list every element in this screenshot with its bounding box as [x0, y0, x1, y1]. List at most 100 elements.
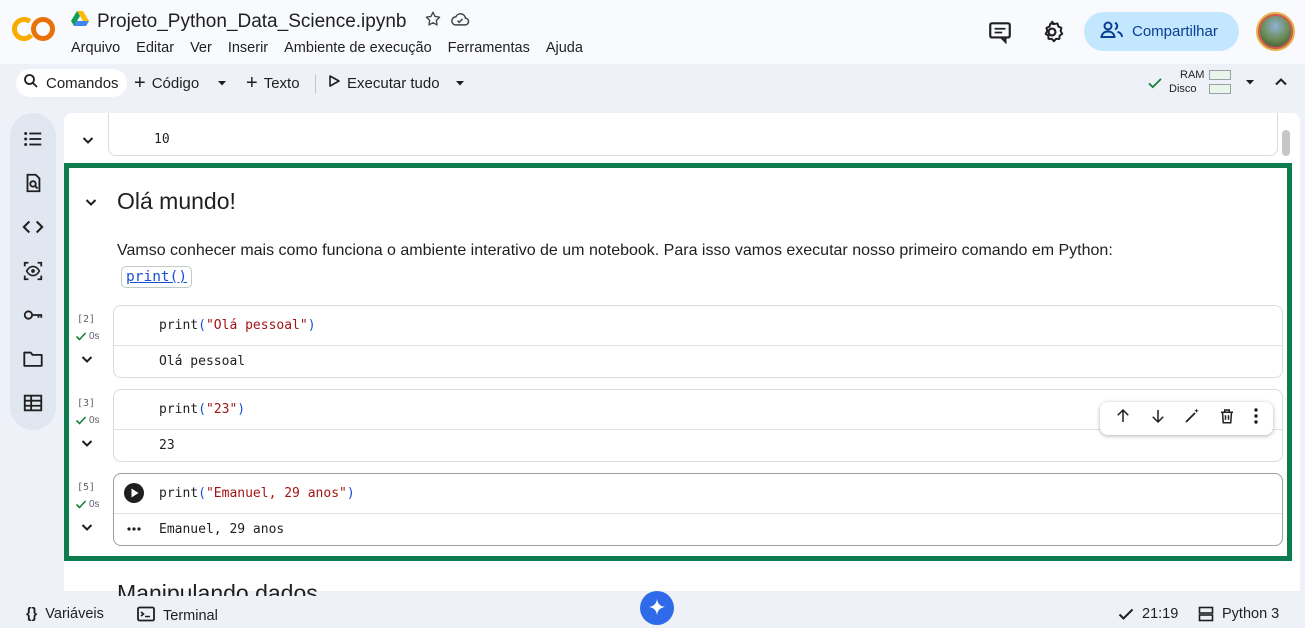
- execution-count: [2]: [77, 314, 96, 325]
- move-down-icon[interactable]: [1149, 407, 1167, 430]
- server-icon: [1198, 606, 1214, 622]
- run-cell-button[interactable]: [124, 483, 144, 503]
- add-code-button[interactable]: + Código: [134, 69, 199, 97]
- magic-edit-icon[interactable]: [1183, 407, 1201, 430]
- cell-divider: [114, 513, 1282, 514]
- code-editor[interactable]: print("Emanuel, 29 anos"): [159, 486, 355, 501]
- share-label: Compartilhar: [1132, 23, 1218, 40]
- cell-output: Olá pessoal: [159, 354, 246, 369]
- terminal-icon: [137, 606, 155, 626]
- star-icon[interactable]: [424, 10, 442, 33]
- cell-toolbar: [1100, 402, 1273, 435]
- chevron-down-icon[interactable]: [81, 133, 95, 152]
- cloud-saved-icon[interactable]: [450, 10, 470, 33]
- output-actions-icon[interactable]: [126, 521, 142, 539]
- output-text: 10: [154, 132, 170, 147]
- chevron-down-icon[interactable]: [84, 195, 98, 214]
- resource-labels[interactable]: RAM Disco: [1169, 68, 1205, 96]
- check-icon: [75, 500, 87, 509]
- cell-divider: [114, 345, 1282, 346]
- avatar[interactable]: [1256, 12, 1295, 51]
- chevron-down-icon[interactable]: [80, 520, 94, 539]
- notebook-toolbar: Comandos + Código + Texto Executar tudo …: [10, 64, 1300, 102]
- find-replace-icon[interactable]: [21, 171, 45, 195]
- execution-time-label: 0s: [89, 498, 100, 510]
- move-up-icon[interactable]: [1114, 407, 1132, 430]
- left-sidebar: [10, 113, 56, 430]
- key-icon[interactable]: [21, 303, 45, 327]
- code-cell[interactable]: print("Olá pessoal") Olá pessoal: [81, 305, 1283, 378]
- colab-logo[interactable]: [12, 14, 56, 44]
- status-bar: {} Variáveis Terminal 21:19 Python 3: [0, 591, 1305, 628]
- disk-label: Disco: [1169, 83, 1197, 95]
- code-label: Código: [151, 74, 200, 92]
- menu-ferramentas[interactable]: Ferramentas: [448, 40, 530, 56]
- menu-ajuda[interactable]: Ajuda: [546, 40, 583, 56]
- selected-section[interactable]: Olá mundo! Vamso conhecer mais como func…: [64, 163, 1292, 561]
- resources-dropdown-icon[interactable]: [1244, 75, 1256, 94]
- run-all-button[interactable]: Executar tudo: [327, 69, 440, 97]
- gemini-button[interactable]: [640, 591, 674, 625]
- run-all-dropdown-icon[interactable]: [454, 69, 466, 97]
- menu-ver[interactable]: Ver: [190, 40, 212, 56]
- text-label: Texto: [263, 74, 300, 92]
- share-button[interactable]: Compartilhar: [1084, 12, 1239, 51]
- execution-status[interactable]: 21:19: [1118, 606, 1178, 622]
- cell-output: 23: [159, 438, 175, 453]
- code-dropdown-icon[interactable]: [216, 69, 228, 97]
- data-table-icon[interactable]: [21, 391, 45, 415]
- section-heading: Olá mundo!: [117, 188, 236, 214]
- chevron-up-icon[interactable]: [1274, 75, 1288, 94]
- commands-label: Comandos: [46, 74, 119, 92]
- more-vert-icon[interactable]: [1253, 407, 1259, 430]
- play-icon: [131, 488, 139, 498]
- check-icon: [75, 332, 87, 341]
- chevron-down-icon[interactable]: [80, 436, 94, 455]
- variable-inspector-icon[interactable]: [21, 259, 45, 283]
- add-text-button[interactable]: + Texto: [246, 69, 300, 97]
- chevron-down-icon[interactable]: [80, 352, 94, 371]
- menu-ambiente-execucao[interactable]: Ambiente de execução: [284, 40, 432, 56]
- menu-inserir[interactable]: Inserir: [228, 40, 268, 56]
- code-editor[interactable]: print("23"): [159, 402, 245, 417]
- code-snippets-icon[interactable]: [21, 215, 45, 239]
- check-icon: [75, 416, 87, 425]
- execution-time: 21:19: [1142, 606, 1179, 622]
- disk-meter[interactable]: [1209, 84, 1231, 94]
- section-paragraph: Vamso conhecer mais como funciona o ambi…: [117, 238, 1117, 290]
- execution-time-label: 0s: [89, 330, 100, 342]
- plus-icon: +: [246, 72, 258, 94]
- check-icon: [1118, 608, 1134, 620]
- notebook-title[interactable]: Projeto_Python_Data_Science.ipynb: [97, 11, 406, 33]
- execution-time: 0s: [75, 330, 100, 342]
- scrollbar[interactable]: [1282, 130, 1290, 156]
- ram-label: RAM: [1180, 69, 1205, 81]
- execution-count: [5]: [77, 482, 96, 493]
- notebook-area[interactable]: 10 Olá mundo! Vamso conhecer mais como f…: [64, 113, 1300, 591]
- comment-icon[interactable]: [987, 19, 1013, 45]
- sparkle-icon: [649, 599, 665, 615]
- execution-time-label: 0s: [89, 414, 100, 426]
- ram-meter[interactable]: [1209, 70, 1231, 80]
- code-cell-active[interactable]: print("Emanuel, 29 anos") Emanuel, 29 an…: [81, 473, 1283, 546]
- terminal-label: Terminal: [163, 608, 218, 624]
- variables-label: Variáveis: [45, 606, 104, 622]
- plus-icon: +: [134, 72, 146, 94]
- folder-icon[interactable]: [21, 347, 45, 371]
- commands-button[interactable]: Comandos: [16, 69, 127, 97]
- code-editor[interactable]: print("Olá pessoal"): [159, 318, 316, 333]
- variables-button[interactable]: {} Variáveis: [26, 606, 104, 622]
- drive-icon[interactable]: [71, 11, 89, 32]
- menu-editar[interactable]: Editar: [136, 40, 174, 56]
- people-icon: [1100, 20, 1124, 44]
- run-all-label: Executar tudo: [347, 74, 440, 92]
- runtime-button[interactable]: Python 3: [1198, 606, 1279, 622]
- play-icon: [327, 74, 341, 92]
- table-of-contents-icon[interactable]: [21, 127, 45, 151]
- menu-arquivo[interactable]: Arquivo: [71, 40, 120, 56]
- gear-icon[interactable]: [1039, 19, 1065, 45]
- delete-icon[interactable]: [1218, 407, 1236, 430]
- terminal-button[interactable]: Terminal: [137, 606, 218, 626]
- previous-cell-output: 10: [108, 113, 1278, 156]
- print-doc-link[interactable]: print(): [121, 266, 193, 288]
